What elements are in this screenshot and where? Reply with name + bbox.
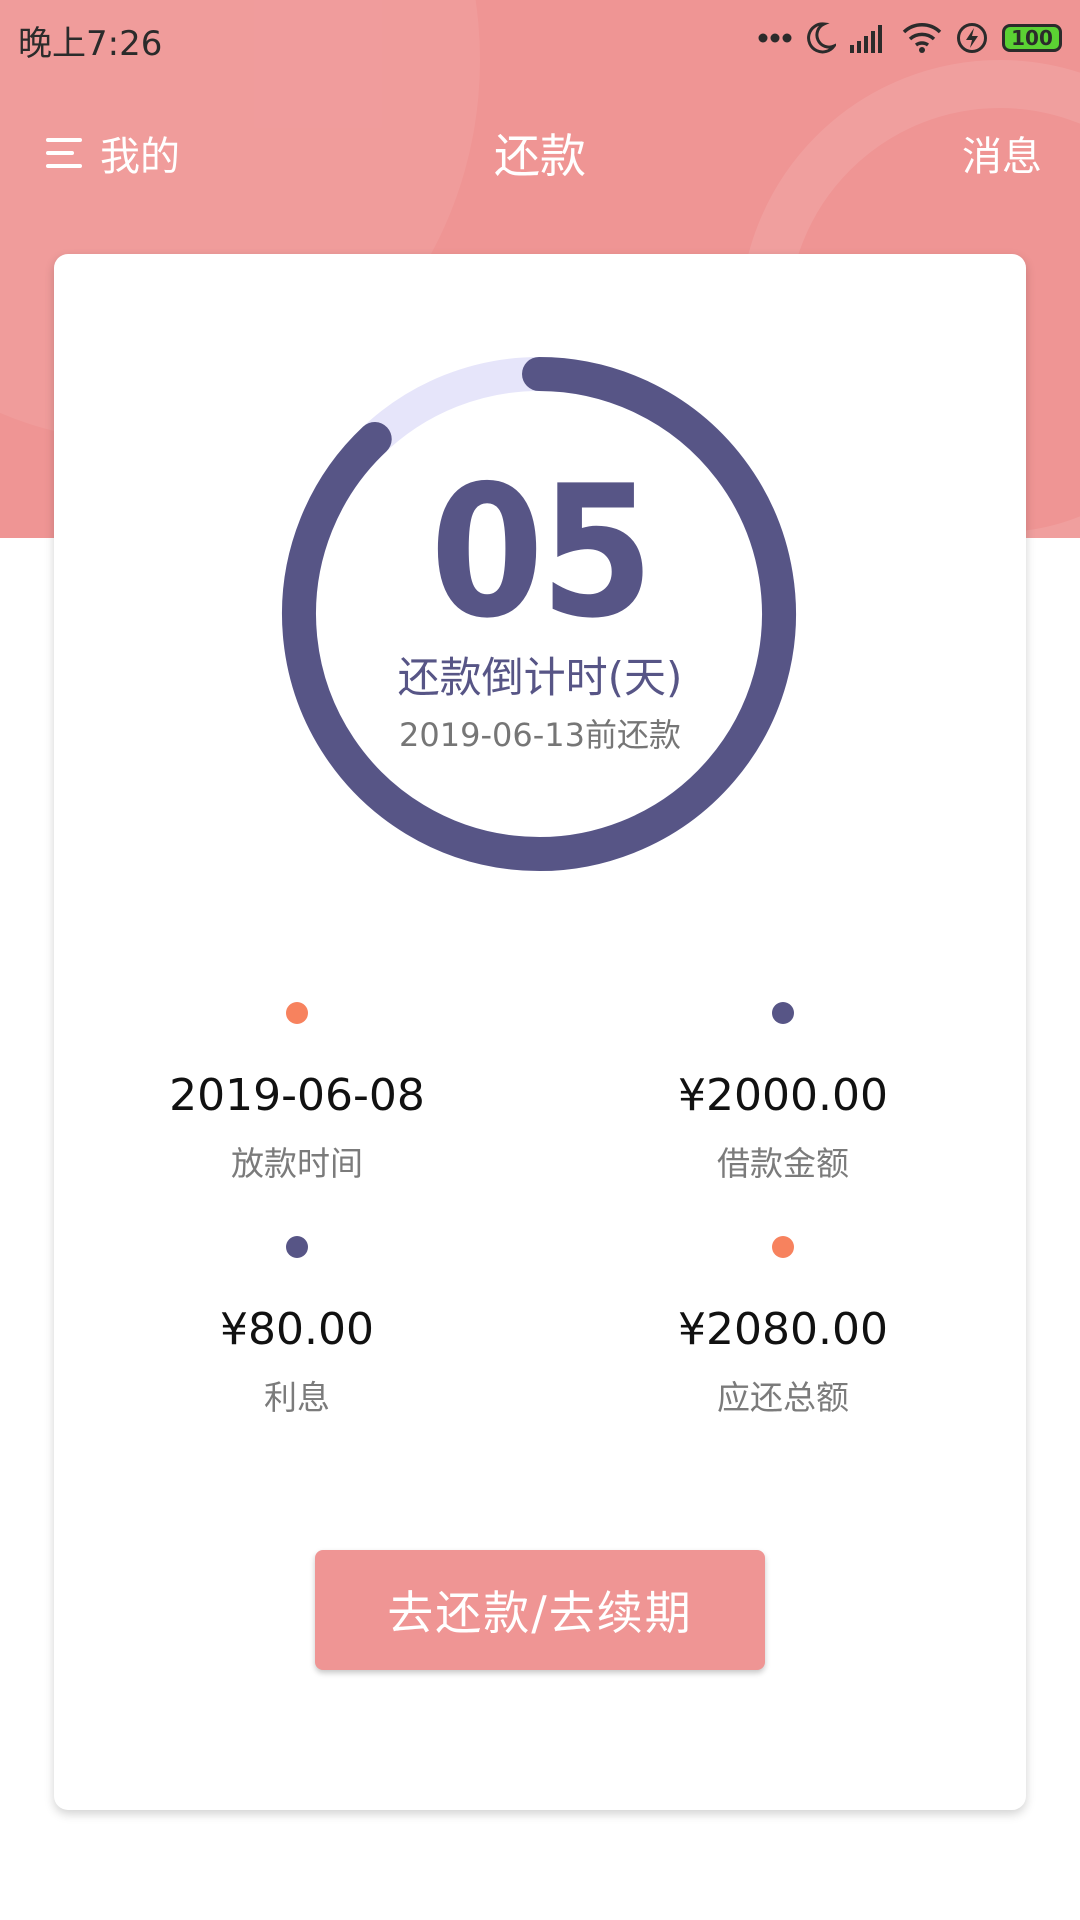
stat-label: 放款时间 — [231, 1144, 363, 1183]
stat-loan-amount: ¥2000.00 借款金额 — [540, 1002, 1026, 1185]
page-title: 还款 — [494, 129, 586, 183]
stat-dot — [772, 1236, 794, 1258]
status-bar: 晚上7:26 100 — [0, 0, 1080, 74]
stat-label: 利息 — [264, 1378, 330, 1417]
stat-dot — [286, 1002, 308, 1024]
countdown-days: 05 — [430, 446, 654, 658]
wifi-icon — [902, 23, 942, 53]
countdown-label: 还款倒计时(天) — [397, 653, 683, 702]
charging-icon — [957, 23, 987, 53]
repay-renew-button[interactable]: 去还款/去续期 — [315, 1550, 765, 1670]
messages-button[interactable]: 消息 — [962, 124, 1042, 182]
stat-value: 2019-06-08 — [169, 1070, 425, 1121]
due-date-text: 2019-06-13前还款 — [399, 716, 681, 754]
stat-interest: ¥80.00 利息 — [54, 1236, 540, 1419]
battery-level: 100 — [1011, 26, 1053, 50]
battery-icon: 100 — [1002, 24, 1062, 52]
status-icons: 100 — [758, 18, 1062, 58]
stat-value: ¥2080.00 — [678, 1304, 888, 1355]
stat-dot — [772, 1002, 794, 1024]
stat-dot — [286, 1236, 308, 1258]
stat-label: 借款金额 — [717, 1144, 849, 1183]
stat-value: ¥2000.00 — [678, 1070, 888, 1121]
title-bar: 我的 还款 消息 — [0, 104, 1080, 194]
stat-total-due: ¥2080.00 应还总额 — [540, 1236, 1026, 1419]
more-dots-icon — [758, 33, 792, 43]
status-time: 晚上7:26 — [18, 24, 163, 64]
stat-loan-date: 2019-06-08 放款时间 — [54, 1002, 540, 1185]
stat-value: ¥80.00 — [220, 1304, 374, 1355]
repayment-card: 05 还款倒计时(天) 2019-06-13前还款 2019-06-08 放款时… — [54, 254, 1026, 1810]
signal-icon — [850, 25, 882, 53]
moon-icon — [807, 22, 836, 54]
stat-label: 应还总额 — [717, 1378, 849, 1417]
